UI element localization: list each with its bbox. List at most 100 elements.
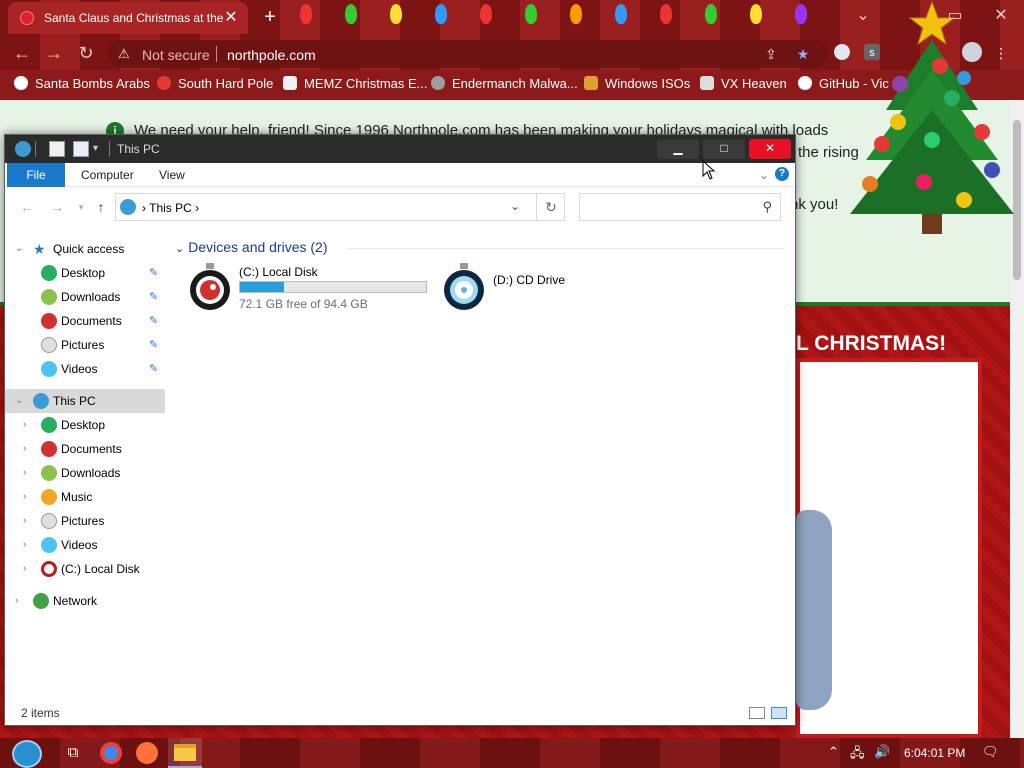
nav-item-desktop[interactable]: › Desktop (5, 413, 165, 437)
search-icon[interactable]: ⚲ (762, 199, 772, 215)
divider (216, 46, 217, 62)
drive-c[interactable]: (C:) Local Disk 72.1 GB free of 94.4 GB (189, 261, 439, 315)
tab-view[interactable]: View (145, 163, 199, 187)
nav-item-local-disk[interactable]: › (C:) Local Disk (5, 557, 165, 581)
window-title: This PC (117, 142, 160, 156)
customize-chevron-icon[interactable]: ▾ (93, 141, 109, 157)
nav-item-desktop[interactable]: Desktop ✎ (5, 261, 165, 285)
taskbar: ⧉ ⌃ 🖧 🔊 6:04:01 PM 🗨 (0, 738, 1024, 768)
search-input[interactable]: ⚲ (579, 193, 781, 221)
bookmark-item[interactable]: MEMZ Christmas E... (283, 76, 428, 94)
explorer-titlebar[interactable]: ▾ This PC ▁ □ ✕ (5, 135, 795, 163)
bookmark-favicon-icon (431, 76, 445, 90)
forward-arrow-icon[interactable]: → (42, 41, 66, 65)
recent-locations-icon[interactable]: ▾ (73, 199, 89, 215)
bookmark-item[interactable]: Endermanch Malwa... (431, 76, 578, 94)
new-folder-icon[interactable] (73, 141, 89, 157)
up-arrow-icon[interactable]: ↑ (93, 199, 109, 215)
collapsed-chevron-icon[interactable]: › (23, 419, 33, 431)
bookmark-favicon-icon (157, 76, 171, 90)
show-hidden-icons-chevron-icon[interactable]: ⌃ (828, 744, 839, 760)
nav-item-pictures[interactable]: Pictures ✎ (5, 333, 165, 357)
collapsed-chevron-icon[interactable]: › (23, 467, 33, 479)
nav-item-downloads[interactable]: Downloads ✎ (5, 285, 165, 309)
bookmark-star-icon[interactable]: ★ (794, 45, 812, 63)
share-icon[interactable]: ⇪ (762, 45, 780, 63)
network-icon[interactable]: 🖧 (850, 744, 865, 766)
drive-d[interactable]: (D:) CD Drive (443, 261, 603, 315)
navigation-bar: ← → ▾ ↑ › This PC › ⌄ ↻ ⚲ (5, 187, 795, 227)
refresh-icon[interactable]: ↻ (536, 194, 565, 220)
pin-icon[interactable]: ✎ (149, 290, 158, 303)
close-window-icon[interactable]: ✕ (978, 2, 1024, 30)
clock[interactable]: 6:04:01 PM (904, 746, 965, 760)
address-dropdown-chevron-icon[interactable]: ⌄ (510, 199, 520, 213)
maximize-button[interactable]: □ (703, 139, 745, 159)
nav-item-documents[interactable]: Documents ✎ (5, 309, 165, 333)
volume-icon[interactable]: 🔊 (874, 744, 890, 760)
help-icon[interactable]: ? (775, 167, 789, 181)
address-bar[interactable]: › This PC › ⌄ ↻ (115, 193, 565, 221)
browser-tab[interactable]: Santa Claus and Christmas at the ✕ (8, 2, 248, 34)
collapsed-chevron-icon[interactable]: › (23, 563, 33, 575)
task-view-icon[interactable]: ⧉ (62, 742, 84, 764)
security-label[interactable]: Not secure (142, 47, 210, 63)
bookmark-item[interactable]: South Hard Pole (157, 76, 273, 94)
github-icon (798, 76, 812, 90)
forward-icon[interactable]: → (49, 199, 65, 215)
bookmark-item[interactable]: Windows ISOs (584, 76, 690, 94)
reload-icon[interactable]: ↻ (74, 41, 98, 65)
restore-icon[interactable]: ▭ (932, 2, 978, 30)
details-view-icon[interactable] (749, 707, 765, 719)
nav-network[interactable]: › Network (5, 589, 165, 613)
bookmark-item[interactable]: Santa Bombs Arabs (14, 76, 150, 94)
pin-icon[interactable]: ✎ (149, 266, 158, 279)
chrome-icon[interactable] (100, 742, 122, 764)
group-collapse-chevron-icon[interactable]: ⌄ (175, 243, 184, 255)
new-tab-button[interactable]: + (258, 6, 282, 30)
close-button[interactable]: ✕ (749, 139, 791, 159)
back-arrow-icon[interactable]: ← (10, 41, 34, 65)
pin-icon[interactable]: ✎ (149, 338, 158, 351)
content-pane: ⌄ Devices and drives (2) (C:) Local Disk … (167, 233, 795, 703)
back-icon[interactable]: ← (19, 199, 35, 215)
nav-quick-access[interactable]: ⌄ ★ Quick access (5, 237, 165, 261)
breadcrumb-item[interactable]: This PC (149, 201, 192, 215)
nav-item-pictures[interactable]: › Pictures (5, 509, 165, 533)
bookmark-favicon-icon (283, 76, 297, 90)
nav-item-videos[interactable]: Videos ✎ (5, 357, 165, 381)
start-button[interactable] (12, 740, 42, 768)
bookmark-favicon-icon (584, 76, 598, 90)
pin-icon[interactable]: ✎ (149, 362, 158, 375)
nav-item-videos[interactable]: › Videos (5, 533, 165, 557)
nav-item-music[interactable]: › Music (5, 485, 165, 509)
nav-item-documents[interactable]: › Documents (5, 437, 165, 461)
group-header[interactable]: ⌄ Devices and drives (2) (175, 239, 328, 255)
bookmark-item[interactable]: VX Heaven (700, 76, 787, 94)
expanded-chevron-icon[interactable]: ⌄ (15, 243, 25, 255)
expanded-chevron-icon[interactable]: ⌄ (15, 395, 25, 407)
file-explorer-taskbar-button[interactable] (168, 738, 202, 768)
collapsed-chevron-icon[interactable]: › (23, 443, 33, 455)
tab-file[interactable]: File (7, 163, 65, 187)
nav-item-downloads[interactable]: › Downloads (5, 461, 165, 485)
tab-computer[interactable]: Computer (67, 163, 148, 187)
nav-label: Pictures (61, 338, 105, 352)
minimize-button[interactable]: ▁ (657, 139, 699, 159)
omnibox[interactable]: ⚠ Not secure northpole.com ⇪ ★ (108, 40, 828, 68)
collapsed-chevron-icon[interactable]: › (23, 539, 33, 551)
large-icons-view-icon[interactable] (771, 707, 787, 719)
warning-icon[interactable]: ⚠ (118, 46, 134, 62)
pin-icon[interactable]: ✎ (149, 314, 158, 327)
collapsed-chevron-icon[interactable]: › (15, 595, 25, 607)
notifications-icon[interactable]: 🗨 (982, 744, 999, 760)
collapsed-chevron-icon[interactable]: › (23, 491, 33, 503)
tab-close-icon[interactable]: ✕ (222, 9, 240, 27)
firefox-icon[interactable] (136, 742, 158, 764)
url-text[interactable]: northpole.com (227, 47, 316, 63)
collapsed-chevron-icon[interactable]: › (23, 515, 33, 527)
file-explorer-window[interactable]: ▾ This PC ▁ □ ✕ File Computer View ⌄ ? ←… (4, 134, 796, 726)
nav-this-pc[interactable]: ⌄ This PC (5, 389, 165, 413)
breadcrumb[interactable]: › This PC › (142, 201, 199, 215)
properties-icon[interactable] (49, 141, 65, 157)
